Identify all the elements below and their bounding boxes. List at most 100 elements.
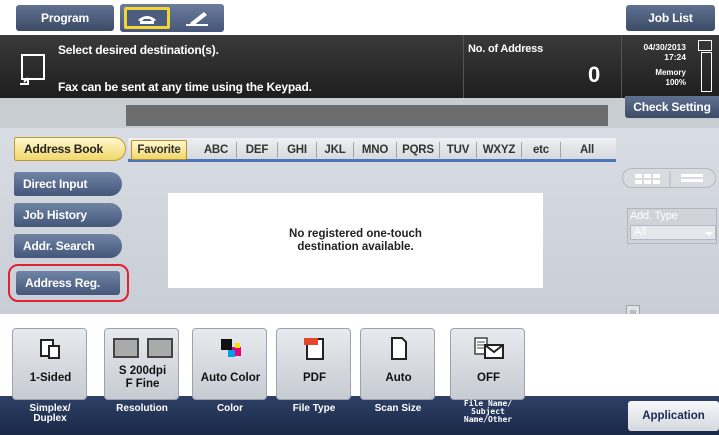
time: 17:24: [664, 52, 686, 62]
tab-favorite[interactable]: Favorite: [131, 140, 187, 160]
check-setting-label: Check Setting: [633, 100, 711, 114]
tab-divider: [396, 142, 397, 158]
resolution-button[interactable]: S 200dpi F Fine: [104, 328, 179, 400]
tab-wxyz[interactable]: WXYZ: [478, 140, 520, 160]
setting-label-text: File Type: [292, 403, 336, 414]
job-list-label: Job List: [648, 11, 693, 25]
tab-label: TUV: [446, 144, 470, 156]
sidebar-item-job-history[interactable]: Job History: [14, 203, 122, 227]
file-name-value: OFF: [477, 372, 500, 384]
program-label: Program: [41, 11, 89, 25]
sidebar-item-address-reg[interactable]: Address Reg.: [16, 271, 120, 295]
sidebar-item-direct-input[interactable]: Direct Input: [14, 172, 122, 196]
color-button[interactable]: Auto Color: [192, 328, 267, 400]
sidebar-item-addr-search[interactable]: Addr. Search: [14, 234, 122, 258]
scan-size-label: Scan Size: [360, 404, 436, 414]
tab-divider: [439, 142, 440, 158]
tab-label: ABC: [203, 144, 229, 156]
address-count-label: No. of Address: [468, 43, 544, 55]
tab-label: Favorite: [137, 144, 181, 156]
program-button[interactable]: Program: [16, 5, 114, 31]
destination-icon: [18, 52, 48, 88]
tab-all[interactable]: All: [562, 140, 612, 160]
address-count-value: 0: [588, 62, 601, 87]
tab-pqrs[interactable]: PQRS: [398, 140, 438, 160]
destination-field[interactable]: [126, 105, 608, 126]
sidebar-item-label: Addr. Search: [23, 239, 95, 253]
tab-etc[interactable]: etc: [523, 140, 559, 160]
tab-divider: [277, 142, 278, 158]
sidebar-item-label: Direct Input: [23, 177, 88, 191]
tab-label: WXYZ: [482, 144, 516, 156]
job-list-button[interactable]: Job List: [626, 5, 715, 31]
tab-abc[interactable]: ABC: [197, 140, 235, 160]
tab-divider: [316, 142, 317, 158]
resolution-value: S 200dpi F Fine: [118, 365, 167, 390]
color-icon: [221, 339, 241, 357]
simplex-icon: [40, 339, 60, 359]
page-icon: [391, 337, 407, 360]
internet-fax-mode-button[interactable]: [178, 7, 220, 29]
memory-gauge-icon: [701, 52, 712, 92]
fax-mode-button[interactable]: [124, 7, 170, 29]
add-type-value: All: [634, 226, 647, 238]
color-label: Color: [192, 404, 268, 414]
mail-icon: [474, 337, 504, 359]
file-type-label: File Type: [276, 404, 352, 414]
sidebar-item-label: Address Reg.: [25, 276, 100, 290]
file-name-label: File Name/ Subject Name/Other: [450, 400, 526, 424]
memory-value: 100%: [665, 78, 686, 87]
grid-view-icon: [635, 174, 660, 184]
tab-label: JKL: [324, 144, 346, 156]
pdf-icon: [304, 338, 324, 360]
sidebar-item-label: Address Book: [24, 142, 103, 156]
setting-label-text: Scan Size: [374, 403, 422, 414]
tab-label: etc: [532, 144, 550, 156]
memory-label: Memory: [655, 68, 686, 77]
scan-size-value: Auto: [385, 372, 412, 384]
date: 04/30/2013: [643, 42, 686, 52]
memory-status: Memory 100%: [628, 68, 686, 88]
file-type-button[interactable]: PDF: [276, 328, 351, 400]
tab-mno[interactable]: MNO: [355, 140, 395, 160]
resolution-icon: [113, 338, 173, 358]
tab-label: MNO: [361, 144, 389, 156]
instruction-message: Select desired destination(s).: [58, 43, 219, 57]
tab-ghi[interactable]: GHI: [279, 140, 315, 160]
tab-label: DEF: [245, 144, 269, 156]
check-setting-button[interactable]: Check Setting: [625, 96, 719, 118]
application-label: Application: [642, 410, 705, 422]
fax-phone-icon: [138, 16, 156, 24]
application-button[interactable]: Application: [628, 401, 719, 431]
list-view-icon: [681, 174, 703, 182]
setting-label-text: Simplex/ Duplex: [29, 403, 71, 424]
add-type-label: Add. Type: [630, 210, 678, 222]
setting-label-text: File Name/ Subject Name/Other: [463, 399, 513, 424]
resolution-label: Resolution: [104, 404, 180, 414]
empty-message-line2: destination available.: [297, 241, 414, 253]
tab-divider: [476, 142, 477, 158]
sidebar-item-label: Job History: [23, 208, 87, 222]
sidebar-item-address-book[interactable]: Address Book: [14, 137, 126, 161]
keypad-message: Fax can be sent at any time using the Ke…: [58, 80, 312, 94]
tab-label: All: [579, 144, 595, 156]
tab-def[interactable]: DEF: [238, 140, 276, 160]
pen-icon: [186, 12, 208, 26]
simplex-duplex-button[interactable]: 1-Sided: [12, 328, 87, 400]
view-toggle[interactable]: [622, 168, 716, 188]
status-icon: [698, 40, 712, 51]
simplex-value: 1-Sided: [29, 372, 72, 384]
tab-divider: [353, 142, 354, 158]
scan-size-button[interactable]: Auto: [360, 328, 435, 400]
date-time: 04/30/2013 17:24: [628, 42, 686, 62]
tab-divider: [521, 142, 522, 158]
setting-label-text: Color: [216, 403, 244, 414]
tab-divider: [560, 142, 561, 158]
tab-jkl[interactable]: JKL: [318, 140, 352, 160]
color-value: Auto Color: [200, 372, 261, 384]
file-name-button[interactable]: OFF: [450, 328, 525, 400]
tab-tuv[interactable]: TUV: [441, 140, 475, 160]
simplex-label: Simplex/ Duplex: [12, 404, 88, 424]
setting-label-text: Resolution: [116, 403, 168, 414]
empty-message-line1: No registered one-touch: [289, 228, 422, 240]
